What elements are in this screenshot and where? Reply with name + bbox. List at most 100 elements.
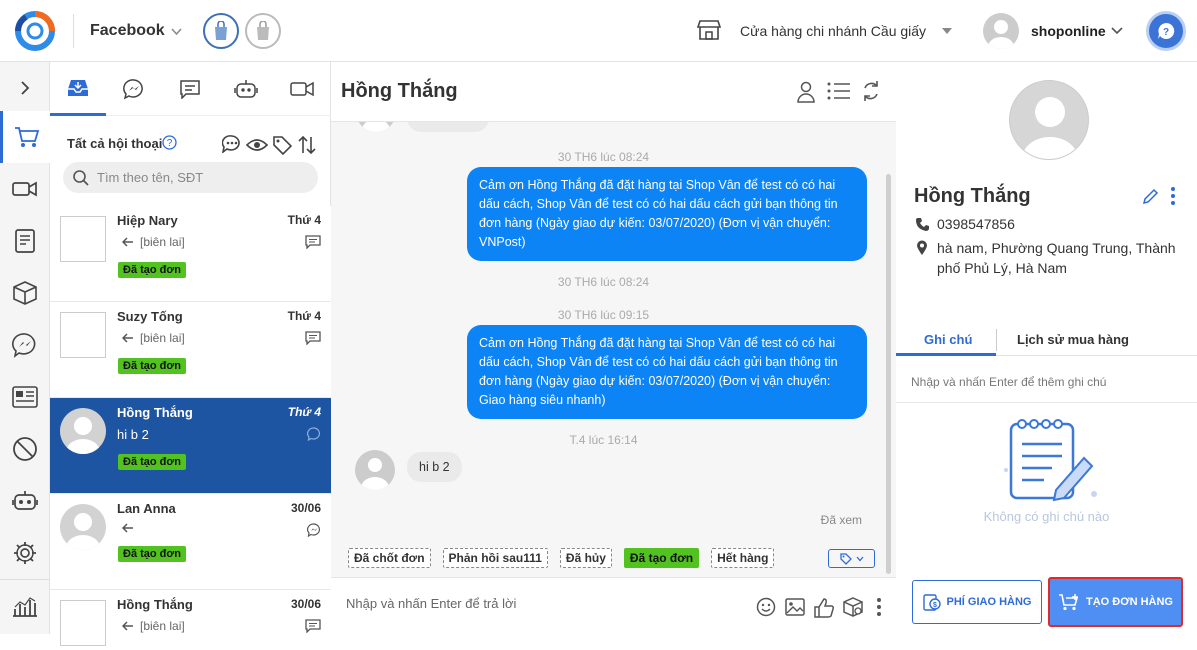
- customer-phone[interactable]: 0398547856: [937, 216, 1015, 232]
- conversation-date: 30/06: [290, 597, 321, 611]
- like-icon[interactable]: [813, 597, 835, 619]
- store-selector-label[interactable]: Cửa hàng chi nhánh Cầu giấy: [740, 23, 926, 39]
- chevron-down-icon: [856, 556, 863, 561]
- conversation-item[interactable]: Suzy Tống Thứ 4 [biên lai] Đã tạo đơn: [50, 302, 331, 398]
- nav-reports[interactable]: [0, 579, 50, 631]
- quick-tag[interactable]: Đã chốt đơn: [348, 548, 431, 568]
- tab-notes[interactable]: Ghi chú: [924, 332, 972, 347]
- chevron-down-icon[interactable]: [171, 28, 182, 36]
- nav-expand[interactable]: [0, 62, 50, 114]
- message-list: 30 TH6 lúc 08:24 Cảm ơn Hồng Thắng đã đặ…: [331, 122, 896, 577]
- avatar: [60, 504, 106, 550]
- user-profile-icon[interactable]: [797, 81, 815, 103]
- nav-settings[interactable]: [0, 527, 50, 579]
- empty-notes-message: Không có ghi chú nào: [983, 509, 1110, 524]
- conversation-date: Thứ 4: [287, 213, 321, 227]
- scrollbar[interactable]: [886, 174, 891, 574]
- page-selector-label[interactable]: Facebook: [90, 22, 165, 40]
- conversation-date: Thứ 4: [287, 309, 321, 323]
- robot-icon: [234, 80, 258, 98]
- reply-icon: [122, 333, 133, 343]
- image-icon[interactable]: [785, 597, 805, 617]
- message-input[interactable]: [346, 596, 726, 611]
- conversation-filter-title[interactable]: Tất cả hội thoại: [67, 136, 162, 151]
- message-bubble-incoming: [407, 122, 489, 132]
- quick-tag-active[interactable]: Đã tạo đơn: [623, 548, 700, 568]
- caret-down-icon[interactable]: [942, 28, 952, 34]
- customer-name: Hồng Thắng: [914, 185, 1031, 207]
- bar-chart-icon: [13, 596, 37, 617]
- nav-messenger[interactable]: [0, 319, 50, 371]
- page-avatar-inactive[interactable]: [245, 13, 281, 49]
- conversation-search[interactable]: [63, 162, 318, 193]
- tab-purchase-history[interactable]: Lịch sử mua hàng: [1017, 332, 1129, 347]
- more-vertical-icon[interactable]: [876, 597, 882, 617]
- product-catalog-icon[interactable]: [842, 597, 864, 617]
- tab-chatbot[interactable]: [218, 62, 274, 116]
- quick-tag[interactable]: Đã hủy: [559, 548, 612, 568]
- chevron-down-icon[interactable]: [1111, 27, 1123, 35]
- nav-video[interactable]: [0, 163, 50, 215]
- unread-messages-icon[interactable]: [222, 135, 242, 153]
- quick-tag[interactable]: Hết hàng: [711, 548, 775, 568]
- shipping-fee-icon: $: [922, 594, 941, 611]
- conversation-date: Thứ 4: [287, 405, 321, 419]
- create-order-button[interactable]: TẠO ĐƠN HÀNG: [1048, 577, 1183, 627]
- inbox-icon: [68, 79, 88, 96]
- support-chat-button[interactable]: ?: [1146, 11, 1186, 51]
- contact-name: Lan Anna: [117, 501, 176, 516]
- app-logo[interactable]: [14, 10, 56, 52]
- nav-cart[interactable]: [0, 111, 50, 163]
- tab-messenger[interactable]: [106, 62, 162, 116]
- conversation-item[interactable]: Hiệp Nary Thứ 4 [biên lai] Đã tạo đơn: [50, 206, 331, 302]
- quick-tags: Đã chốt đơn Phản hồi sau111 Đã hủy Đã tạ…: [348, 548, 775, 568]
- conversation-item-selected[interactable]: Hồng Thắng Thứ 4 hi b 2 Đã tạo đơn: [50, 398, 331, 494]
- ban-icon: [13, 437, 37, 461]
- user-name[interactable]: shoponline: [1031, 23, 1106, 39]
- conversation-item[interactable]: Hồng Thắng 30/06 [biên lai]: [50, 590, 331, 650]
- help-icon[interactable]: ?: [162, 135, 177, 150]
- nav-customers[interactable]: [0, 371, 50, 423]
- last-message: [biên lai]: [140, 619, 185, 633]
- nav-products[interactable]: [0, 267, 50, 319]
- quick-tag[interactable]: Phản hồi sau111: [442, 548, 548, 568]
- tag-picker-button[interactable]: [828, 549, 875, 568]
- tab-comments[interactable]: [162, 62, 218, 116]
- last-message: hi b 2: [117, 427, 149, 442]
- message-timestamp: 30 TH6 lúc 08:24: [557, 150, 650, 164]
- video-icon: [290, 81, 314, 97]
- edit-icon[interactable]: [1142, 187, 1160, 205]
- tab-all-inbox[interactable]: [50, 62, 106, 116]
- contact-name: Hiệp Nary: [117, 213, 178, 228]
- avatar: [355, 450, 395, 490]
- nav-chatbot[interactable]: [0, 475, 50, 527]
- empty-notes-illustration: [1004, 419, 1097, 502]
- emoji-icon[interactable]: [756, 597, 776, 617]
- refresh-icon[interactable]: [861, 80, 881, 102]
- comment-icon: [305, 619, 321, 633]
- chat-panel: Hồng Thắng 30 TH6 lúc 08:24 Cảm ơn Hồng …: [331, 62, 896, 634]
- user-avatar[interactable]: [983, 13, 1019, 49]
- messenger-icon: [123, 79, 143, 100]
- avatar: [356, 122, 396, 132]
- note-input[interactable]: [911, 375, 1181, 389]
- tag-icon[interactable]: [272, 135, 292, 155]
- nav-documents[interactable]: [0, 215, 50, 267]
- list-icon[interactable]: [827, 82, 851, 100]
- nav-blocked[interactable]: [0, 423, 50, 475]
- search-input[interactable]: [97, 170, 297, 185]
- video-icon: [12, 181, 37, 197]
- conversation-item[interactable]: Lan Anna 30/06 Đã tạo đơn: [50, 494, 331, 590]
- gear-icon: [14, 542, 36, 564]
- store-icon: [696, 20, 722, 40]
- more-vertical-icon[interactable]: [1170, 186, 1176, 206]
- shipping-fee-button[interactable]: $ PHÍ GIAO HÀNG: [912, 580, 1042, 624]
- status-badge: Đã tạo đơn: [118, 358, 186, 374]
- message-timestamp: T.4 lúc 16:14: [569, 433, 638, 447]
- eye-icon[interactable]: [246, 138, 268, 152]
- sort-icon[interactable]: [297, 135, 317, 155]
- svg-text:?: ?: [167, 138, 173, 149]
- tab-livestream[interactable]: [274, 62, 330, 116]
- messenger-icon: [12, 333, 36, 358]
- page-avatar-active[interactable]: [203, 13, 239, 49]
